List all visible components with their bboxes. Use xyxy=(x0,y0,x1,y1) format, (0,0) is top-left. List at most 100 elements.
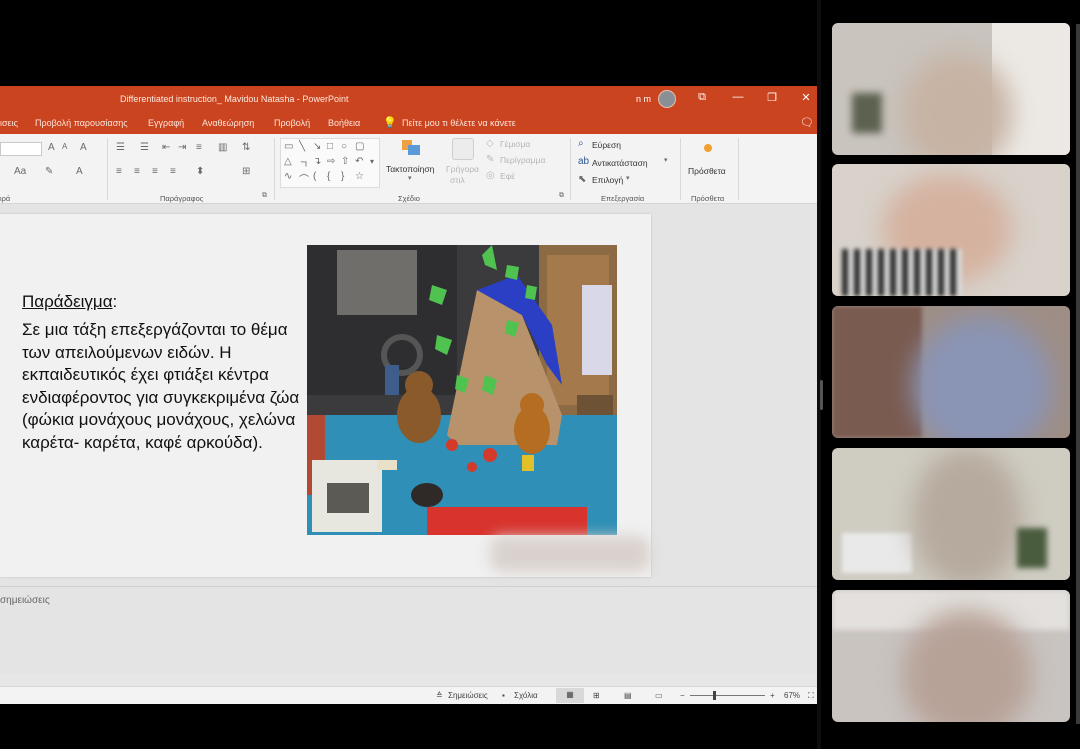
replace-button[interactable]: Αντικατάσταση xyxy=(592,158,648,168)
reading-view-button[interactable]: ▤ xyxy=(624,691,632,700)
comments-toggle-button[interactable]: Σχόλια xyxy=(514,691,538,700)
increase-indent-icon[interactable]: ⇥ xyxy=(178,142,186,153)
font-size-box[interactable] xyxy=(0,142,42,156)
participant-tile-4[interactable] xyxy=(832,448,1070,580)
zoom-slider-thumb[interactable] xyxy=(713,691,716,700)
shape-fill-icon[interactable]: ◇ xyxy=(486,138,494,149)
freeform-shape-icon[interactable]: ∿ xyxy=(284,171,292,182)
notes-icon[interactable]: ≙ xyxy=(436,691,443,700)
justify-icon[interactable]: ≡ xyxy=(170,166,176,177)
slide-sorter-view-button[interactable]: ⊞ xyxy=(593,691,600,700)
addins-icon[interactable] xyxy=(704,144,712,152)
comments-icon[interactable]: 🗨 xyxy=(800,116,814,129)
shape-effects-icon[interactable]: ◎ xyxy=(486,170,495,181)
shape-outline-icon[interactable]: ✎ xyxy=(486,154,494,165)
font-color-icon[interactable]: A xyxy=(76,166,83,177)
curve-shape-icon[interactable]: ↶ xyxy=(355,156,363,167)
zoom-in-button[interactable]: + xyxy=(770,691,775,700)
maximize-button[interactable]: ❐ xyxy=(764,91,780,104)
find-button[interactable]: Εύρεση xyxy=(592,140,621,150)
search-icon[interactable]: ⌕ xyxy=(578,138,584,149)
tell-me-search[interactable]: Πείτε μου τι θέλετε να κάνετε xyxy=(402,118,516,128)
select-dropdown-icon[interactable]: ▾ xyxy=(626,174,630,182)
star-shape-icon[interactable]: ☆ xyxy=(355,171,364,182)
participant-tile-1[interactable] xyxy=(832,23,1070,155)
rectangle-shape-icon[interactable]: □ xyxy=(327,141,333,152)
numbering-icon[interactable]: ☰ xyxy=(140,142,149,153)
panel-resize-handle[interactable] xyxy=(820,380,823,410)
tab-record[interactable]: Εγγραφή xyxy=(148,118,184,128)
text-direction-icon[interactable]: ⇅ xyxy=(242,142,250,153)
columns-icon[interactable]: ▥ xyxy=(218,142,227,153)
arrow-shape-icon[interactable]: ↘ xyxy=(313,141,321,152)
participant-tile-5[interactable] xyxy=(832,590,1070,722)
participant-tile-2[interactable] xyxy=(832,164,1070,296)
slideshow-view-button[interactable]: ▭ xyxy=(655,691,663,700)
drawing-dialog-launcher-icon[interactable]: ⧉ xyxy=(559,192,564,200)
arrange-dropdown-icon[interactable]: ▾ xyxy=(408,174,412,182)
align-left-icon[interactable]: ≡ xyxy=(116,166,122,177)
clear-formatting-icon[interactable]: A xyxy=(80,142,87,153)
brace-shape-icon[interactable]: { xyxy=(327,171,330,182)
shape-outline-button[interactable]: Περίγραμμα xyxy=(500,155,545,165)
participant-tile-3[interactable] xyxy=(832,306,1070,438)
ribbon-display-options-icon[interactable]: ⧉ xyxy=(694,91,710,104)
select-button[interactable]: Επιλογή xyxy=(592,175,623,185)
smartart-icon[interactable]: ⊞ xyxy=(242,166,250,177)
avatar[interactable] xyxy=(658,90,676,108)
line-spacing-icon[interactable]: ≡ xyxy=(196,142,202,153)
zoom-level[interactable]: 67% xyxy=(784,691,800,700)
user-name[interactable]: n m xyxy=(636,94,651,104)
font-case-icon[interactable]: Aa xyxy=(14,166,26,177)
notes-pane[interactable]: σημειώσεις xyxy=(0,586,817,672)
arc-shape-icon[interactable]: ⌒ xyxy=(299,171,309,186)
replace-icon[interactable]: ab xyxy=(578,156,589,167)
zoom-out-button[interactable]: − xyxy=(680,691,685,700)
comments-status-icon[interactable]: ▪ xyxy=(502,691,505,700)
rounded-rect-shape-icon[interactable]: ▢ xyxy=(355,141,364,152)
arrange-icon[interactable] xyxy=(400,138,424,158)
align-text-icon[interactable]: ⬍ xyxy=(196,166,204,177)
elbow-shape-icon[interactable]: ↴ xyxy=(313,156,321,167)
slide-heading[interactable]: Παράδειγμα: xyxy=(22,292,117,312)
decrease-indent-icon[interactable]: ⇤ xyxy=(162,142,170,153)
fit-to-window-icon[interactable]: ⛶ xyxy=(808,691,814,701)
classroom-photo[interactable] xyxy=(307,245,617,535)
shape-effects-button[interactable]: Εφέ xyxy=(500,171,515,181)
tab-view[interactable]: Προβολή xyxy=(274,118,310,128)
tab-review[interactable]: Αναθεώρηση xyxy=(202,118,254,128)
quick-styles-button[interactable]: Γρήγορα xyxy=(446,164,479,174)
paragraph-dialog-launcher-icon[interactable]: ⧉ xyxy=(262,192,267,200)
oval-shape-icon[interactable]: ○ xyxy=(341,141,347,152)
notes-toggle-button[interactable]: Σημειώσεις xyxy=(448,691,488,700)
highlight-icon[interactable]: ✎ xyxy=(45,166,53,177)
arrow-right-shape-icon[interactable]: ⇨ xyxy=(327,156,335,167)
select-cursor-icon[interactable]: ⬉ xyxy=(578,174,586,185)
line-shape-icon[interactable]: ╲ xyxy=(299,141,305,152)
tab-slideshow[interactable]: Προβολή παρουσίασης xyxy=(35,118,128,128)
tab-help[interactable]: Βοήθεια xyxy=(328,118,360,128)
align-center-icon[interactable]: ≡ xyxy=(134,166,140,177)
arrow-up-shape-icon[interactable]: ⇧ xyxy=(341,156,349,167)
shrink-font-icon[interactable]: A xyxy=(62,142,67,151)
bullets-icon[interactable]: ☰ xyxy=(116,142,125,153)
quick-styles-icon[interactable] xyxy=(452,138,474,160)
arrange-button[interactable]: Τακτοποίηση xyxy=(386,164,434,174)
gallery-more-icon[interactable]: ▾ xyxy=(370,157,374,166)
shape-fill-button[interactable]: Γέμισμα xyxy=(500,139,530,149)
connector-shape-icon[interactable]: ㄱ xyxy=(299,156,308,171)
tab-animations[interactable]: ισεις xyxy=(0,118,18,128)
align-right-icon[interactable]: ≡ xyxy=(152,166,158,177)
slide-canvas[interactable]: Παράδειγμα: Σε μια τάξη επεξεργάζονται τ… xyxy=(0,214,651,577)
zoom-slider-track[interactable] xyxy=(690,695,765,696)
replace-dropdown-icon[interactable]: ▾ xyxy=(664,156,668,164)
quick-styles-button-line2[interactable]: στιλ xyxy=(450,175,465,185)
brace-close-shape-icon[interactable]: } xyxy=(341,171,344,182)
shapes-gallery[interactable]: ▭ ╲ ↘ □ ○ ▢ △ ㄱ ↴ ⇨ ⇧ ↶ ∿ ⌒ ( { } ☆ ▾ xyxy=(280,138,380,188)
grow-font-icon[interactable]: A xyxy=(48,142,55,153)
close-button[interactable]: ✕ xyxy=(798,91,814,104)
lightbulb-icon[interactable]: 💡 xyxy=(383,116,397,129)
textbox-shape-icon[interactable]: ▭ xyxy=(284,141,293,152)
triangle-shape-icon[interactable]: △ xyxy=(284,156,292,167)
minimize-button[interactable]: — xyxy=(730,91,746,103)
